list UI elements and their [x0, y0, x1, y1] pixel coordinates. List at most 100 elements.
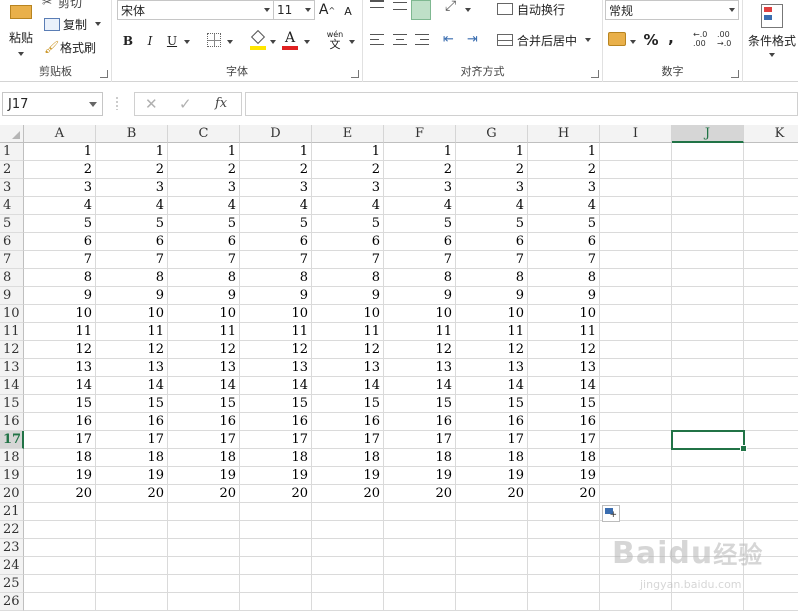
cell-j20[interactable] [672, 485, 744, 503]
cell-k14[interactable] [744, 377, 798, 395]
cell-c18[interactable]: 18 [168, 449, 240, 467]
cell-c4[interactable]: 4 [168, 197, 240, 215]
cell-a17[interactable]: 17 [24, 431, 96, 449]
cell-j4[interactable] [672, 197, 744, 215]
row-header-6[interactable]: 6 [0, 233, 24, 251]
cell-b26[interactable] [96, 593, 168, 611]
cell-i18[interactable] [600, 449, 672, 467]
cell-j1[interactable] [672, 143, 744, 161]
cell-h21[interactable] [528, 503, 600, 521]
cell-g9[interactable]: 9 [456, 287, 528, 305]
cell-j10[interactable] [672, 305, 744, 323]
number-format-combo[interactable]: 常规 [605, 0, 739, 20]
cell-d4[interactable]: 4 [240, 197, 312, 215]
format-painter-button[interactable]: 🖌 格式刷 [44, 38, 96, 56]
cell-f17[interactable]: 17 [384, 431, 456, 449]
cell-h5[interactable]: 5 [528, 215, 600, 233]
row-header-17[interactable]: 17 [0, 431, 24, 449]
cancel-icon[interactable]: ✕ [145, 95, 158, 113]
cell-g22[interactable] [456, 521, 528, 539]
phonetic-button[interactable]: wén 文 [325, 28, 345, 52]
cell-k21[interactable] [744, 503, 798, 521]
cell-b20[interactable]: 20 [96, 485, 168, 503]
cell-i9[interactable] [600, 287, 672, 305]
cell-d8[interactable]: 8 [240, 269, 312, 287]
cell-j19[interactable] [672, 467, 744, 485]
cell-h26[interactable] [528, 593, 600, 611]
cell-k8[interactable] [744, 269, 798, 287]
cell-e4[interactable]: 4 [312, 197, 384, 215]
cell-f25[interactable] [384, 575, 456, 593]
cell-h10[interactable]: 10 [528, 305, 600, 323]
underline-button[interactable]: U [164, 32, 180, 50]
cell-b2[interactable]: 2 [96, 161, 168, 179]
cell-g2[interactable]: 2 [456, 161, 528, 179]
cell-e23[interactable] [312, 539, 384, 557]
row-header-19[interactable]: 19 [0, 467, 24, 485]
cell-d17[interactable]: 17 [240, 431, 312, 449]
cell-c20[interactable]: 20 [168, 485, 240, 503]
cell-e6[interactable]: 6 [312, 233, 384, 251]
column-header-f[interactable]: F [384, 125, 456, 143]
row-header-15[interactable]: 15 [0, 395, 24, 413]
cell-a22[interactable] [24, 521, 96, 539]
cell-a15[interactable]: 15 [24, 395, 96, 413]
cell-j16[interactable] [672, 413, 744, 431]
cell-f10[interactable]: 10 [384, 305, 456, 323]
cell-c5[interactable]: 5 [168, 215, 240, 233]
cell-f7[interactable]: 7 [384, 251, 456, 269]
cell-a5[interactable]: 5 [24, 215, 96, 233]
cell-g19[interactable]: 19 [456, 467, 528, 485]
cell-e20[interactable]: 20 [312, 485, 384, 503]
cell-f22[interactable] [384, 521, 456, 539]
cell-c19[interactable]: 19 [168, 467, 240, 485]
cell-a20[interactable]: 20 [24, 485, 96, 503]
cell-c25[interactable] [168, 575, 240, 593]
cell-g10[interactable]: 10 [456, 305, 528, 323]
cell-g3[interactable]: 3 [456, 179, 528, 197]
cell-f14[interactable]: 14 [384, 377, 456, 395]
cell-k2[interactable] [744, 161, 798, 179]
cell-h8[interactable]: 8 [528, 269, 600, 287]
row-header-25[interactable]: 25 [0, 575, 24, 593]
cell-a26[interactable] [24, 593, 96, 611]
chevron-down-icon[interactable] [349, 40, 355, 44]
column-header-e[interactable]: E [312, 125, 384, 143]
cell-h16[interactable]: 16 [528, 413, 600, 431]
cell-c3[interactable]: 3 [168, 179, 240, 197]
cell-g23[interactable] [456, 539, 528, 557]
cell-d22[interactable] [240, 521, 312, 539]
cell-h22[interactable] [528, 521, 600, 539]
cell-c16[interactable]: 16 [168, 413, 240, 431]
cell-e5[interactable]: 5 [312, 215, 384, 233]
italic-button[interactable]: I [142, 32, 158, 50]
cell-e18[interactable]: 18 [312, 449, 384, 467]
cell-a12[interactable]: 12 [24, 341, 96, 359]
cell-b11[interactable]: 11 [96, 323, 168, 341]
cell-i15[interactable] [600, 395, 672, 413]
cell-j5[interactable] [672, 215, 744, 233]
cell-d20[interactable]: 20 [240, 485, 312, 503]
cell-f3[interactable]: 3 [384, 179, 456, 197]
row-header-24[interactable]: 24 [0, 557, 24, 575]
cell-e24[interactable] [312, 557, 384, 575]
cell-g17[interactable]: 17 [456, 431, 528, 449]
cell-e2[interactable]: 2 [312, 161, 384, 179]
row-header-22[interactable]: 22 [0, 521, 24, 539]
cell-h18[interactable]: 18 [528, 449, 600, 467]
formula-input[interactable] [245, 92, 798, 116]
cell-j14[interactable] [672, 377, 744, 395]
row-header-1[interactable]: 1 [0, 143, 24, 161]
cell-c15[interactable]: 15 [168, 395, 240, 413]
cell-h11[interactable]: 11 [528, 323, 600, 341]
cell-e11[interactable]: 11 [312, 323, 384, 341]
cell-h9[interactable]: 9 [528, 287, 600, 305]
row-header-26[interactable]: 26 [0, 593, 24, 611]
cell-a11[interactable]: 11 [24, 323, 96, 341]
cell-b16[interactable]: 16 [96, 413, 168, 431]
cell-d5[interactable]: 5 [240, 215, 312, 233]
cell-i17[interactable] [600, 431, 672, 449]
cell-i16[interactable] [600, 413, 672, 431]
cell-b19[interactable]: 19 [96, 467, 168, 485]
conditional-format-button[interactable]: 条件格式 [746, 0, 798, 60]
